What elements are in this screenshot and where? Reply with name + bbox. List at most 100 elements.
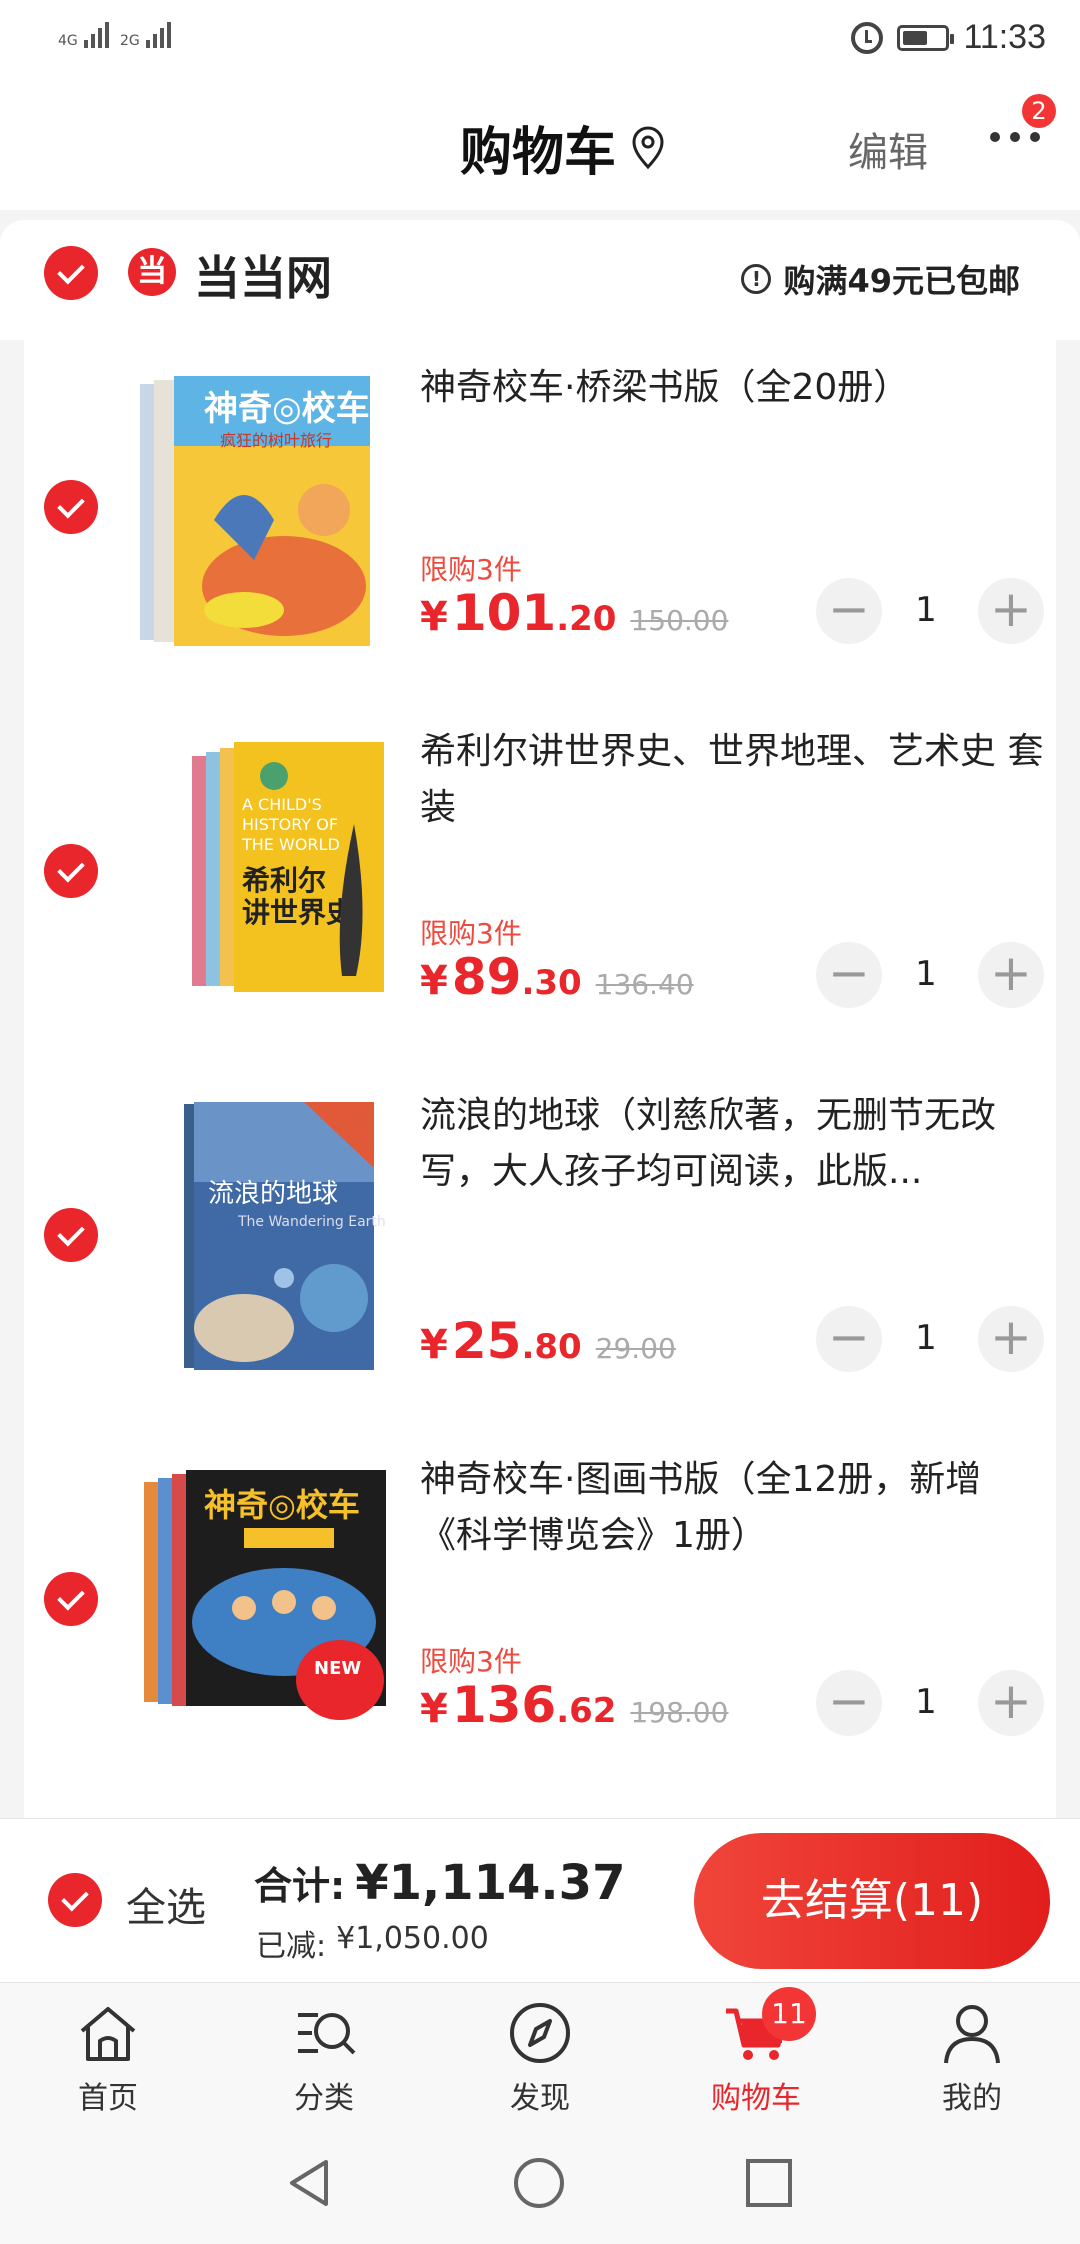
purchase-limit: 限购3件 xyxy=(420,917,522,950)
cart-item: 神奇◎校车 疯狂的树叶旅行 神奇校车·桥梁书版（全20册） 限购3件 ¥101.… xyxy=(24,340,1056,704)
item-price: ¥25.80 29.00 xyxy=(420,1312,676,1370)
battery-icon xyxy=(897,24,955,51)
item-select-checkbox[interactable] xyxy=(44,1572,98,1626)
quantity-value[interactable]: 1 xyxy=(896,590,956,630)
original-price: 29.00 xyxy=(595,1332,676,1365)
quantity-stepper: − 1 + xyxy=(792,578,1046,646)
user-icon xyxy=(944,2005,1000,2064)
svg-text:A CHILD'S: A CHILD'S xyxy=(242,795,322,814)
purchase-limit: 限购3件 xyxy=(420,553,522,586)
original-price: 150.00 xyxy=(630,604,729,637)
item-title[interactable]: 希利尔讲世界史、世界地理、艺术史 套装 xyxy=(420,724,1050,836)
checkout-button[interactable]: 去结算(11) xyxy=(694,1833,1050,1969)
quantity-stepper: − 1 + xyxy=(792,942,1046,1010)
decrease-quantity-button[interactable]: − xyxy=(816,578,882,644)
increase-quantity-button[interactable]: + xyxy=(978,1306,1044,1372)
svg-text:NEW: NEW xyxy=(314,1658,361,1679)
tab-cart[interactable]: 购物车 11 xyxy=(686,1987,826,2119)
increase-quantity-button[interactable]: + xyxy=(978,942,1044,1008)
purchase-limit: 限购3件 xyxy=(420,1645,522,1678)
increase-quantity-button[interactable]: + xyxy=(978,1670,1044,1736)
home-icon xyxy=(80,2007,136,2061)
system-navigation-bar xyxy=(0,2122,1080,2244)
category-search-icon xyxy=(298,2013,356,2055)
book-cover-image[interactable]: 神奇◎校车 NEW xyxy=(134,1442,424,1742)
page-title: 购物车 xyxy=(460,123,617,183)
book-cover-image[interactable]: A CHILD'S HISTORY OF THE WORLD 希利尔 讲世界史 xyxy=(134,714,424,1014)
svg-text:The Wandering Earth: The Wandering Earth xyxy=(237,1214,386,1230)
tab-category[interactable]: 分类 xyxy=(254,1993,394,2119)
signal-2g-icon: 2G xyxy=(120,22,171,48)
item-price: ¥101.20 150.00 xyxy=(420,584,729,642)
network-type-2: 2G xyxy=(120,33,140,49)
increase-quantity-button[interactable]: + xyxy=(978,578,1044,644)
quantity-value[interactable]: 1 xyxy=(896,1682,956,1722)
item-title[interactable]: 流浪的地球（刘慈欣著，无删节无改写，大人孩子均可阅读，此版... xyxy=(420,1088,1050,1200)
cart-item: 流浪的地球 The Wandering Earth 流浪的地球（刘慈欣著，无删节… xyxy=(24,1068,1056,1432)
book-cover-image[interactable]: 流浪的地球 The Wandering Earth xyxy=(134,1078,424,1378)
quantity-value[interactable]: 1 xyxy=(896,954,956,994)
quantity-stepper: − 1 + xyxy=(792,1306,1046,1374)
total-amount: ¥1,114.37 xyxy=(355,1855,626,1911)
item-title[interactable]: 神奇校车·桥梁书版（全20册） xyxy=(420,360,1050,416)
svg-text:THE WORLD: THE WORLD xyxy=(241,835,340,854)
compass-icon xyxy=(510,2003,570,2063)
status-bar: 4G 2G 11:33 xyxy=(0,0,1080,80)
svg-text:神奇◎校车: 神奇◎校车 xyxy=(204,389,370,429)
item-select-checkbox[interactable] xyxy=(44,480,98,534)
signal-4g-icon: 4G xyxy=(58,22,109,48)
store-select-checkbox[interactable] xyxy=(44,246,98,300)
tab-discover[interactable]: 发现 xyxy=(470,1993,610,2119)
total-label: 合计: xyxy=(254,1864,346,1908)
svg-text:疯狂的树叶旅行: 疯狂的树叶旅行 xyxy=(220,431,332,450)
top-header: 购物车 编辑 2 xyxy=(0,80,1080,210)
item-select-checkbox[interactable] xyxy=(44,844,98,898)
decrease-quantity-button[interactable]: − xyxy=(816,1306,882,1372)
clock: 11:33 xyxy=(963,18,1046,56)
book-cover-image[interactable]: 神奇◎校车 疯狂的树叶旅行 xyxy=(134,350,424,650)
cart-count-badge: 11 xyxy=(762,1987,816,2041)
select-all-label[interactable]: 全选 xyxy=(126,1875,206,1933)
discount-row: 已减: ¥1,050.00 xyxy=(256,1921,489,1965)
shipping-notice[interactable]: ! 购满49元已包邮 xyxy=(741,256,1020,302)
cart-item: 神奇◎校车 NEW 神奇校车·图画书版（全12册，新增《科学博览会》1册） 限购… xyxy=(24,1432,1056,1796)
edit-button[interactable]: 编辑 xyxy=(848,120,928,178)
decrease-quantity-button[interactable]: − xyxy=(816,1670,882,1736)
bottom-tab-bar: 首页 分类 发现 购物车 11 我的 xyxy=(0,1982,1080,2122)
discount-amount: ¥1,050.00 xyxy=(336,1921,489,1956)
checkout-bar: 全选 合计: ¥1,114.37 已减: ¥1,050.00 去结算(11) xyxy=(0,1818,1080,1982)
discount-label: 已减: xyxy=(256,1929,327,1964)
svg-text:讲世界史: 讲世界史 xyxy=(242,896,354,929)
svg-text:流浪的地球: 流浪的地球 xyxy=(208,1179,338,1209)
item-price: ¥89.30 136.40 xyxy=(420,948,694,1006)
location-pin-icon xyxy=(632,126,664,169)
store-name[interactable]: 当当网 xyxy=(194,242,332,308)
quantity-stepper: − 1 + xyxy=(792,1670,1046,1738)
store-header: 当 当当网 ! 购满49元已包邮 xyxy=(0,220,1080,340)
svg-text:HISTORY OF: HISTORY OF xyxy=(242,815,338,834)
recents-square-icon[interactable] xyxy=(744,2156,794,2210)
back-triangle-icon[interactable] xyxy=(284,2156,334,2210)
cart-item: A CHILD'S HISTORY OF THE WORLD 希利尔 讲世界史 … xyxy=(24,704,1056,1068)
dangdang-logo-icon: 当 xyxy=(128,248,176,296)
original-price: 136.40 xyxy=(595,968,694,1001)
title-group[interactable]: 购物车 xyxy=(460,110,668,185)
quantity-value[interactable]: 1 xyxy=(896,1318,956,1358)
svg-text:希利尔: 希利尔 xyxy=(242,864,326,897)
home-circle-icon[interactable] xyxy=(512,2156,566,2210)
tab-home[interactable]: 首页 xyxy=(38,1993,178,2119)
info-icon: ! xyxy=(741,264,772,294)
message-badge: 2 xyxy=(1022,94,1056,128)
item-price: ¥136.62 198.00 xyxy=(420,1676,729,1734)
shipping-text: 购满49元已包邮 xyxy=(783,262,1020,300)
svg-text:神奇◎校车: 神奇◎校车 xyxy=(204,1486,360,1524)
select-all-checkbox[interactable] xyxy=(48,1873,102,1927)
tab-profile[interactable]: 我的 xyxy=(902,1993,1042,2119)
decrease-quantity-button[interactable]: − xyxy=(816,942,882,1008)
item-select-checkbox[interactable] xyxy=(44,1208,98,1262)
cart-item-list: 神奇◎校车 疯狂的树叶旅行 神奇校车·桥梁书版（全20册） 限购3件 ¥101.… xyxy=(24,340,1056,1820)
item-title[interactable]: 神奇校车·图画书版（全12册，新增《科学博览会》1册） xyxy=(420,1452,1050,1564)
total-row: 合计: ¥1,114.37 xyxy=(254,1855,625,1911)
more-options-icon[interactable] xyxy=(990,132,1040,142)
alarm-icon xyxy=(851,21,884,54)
